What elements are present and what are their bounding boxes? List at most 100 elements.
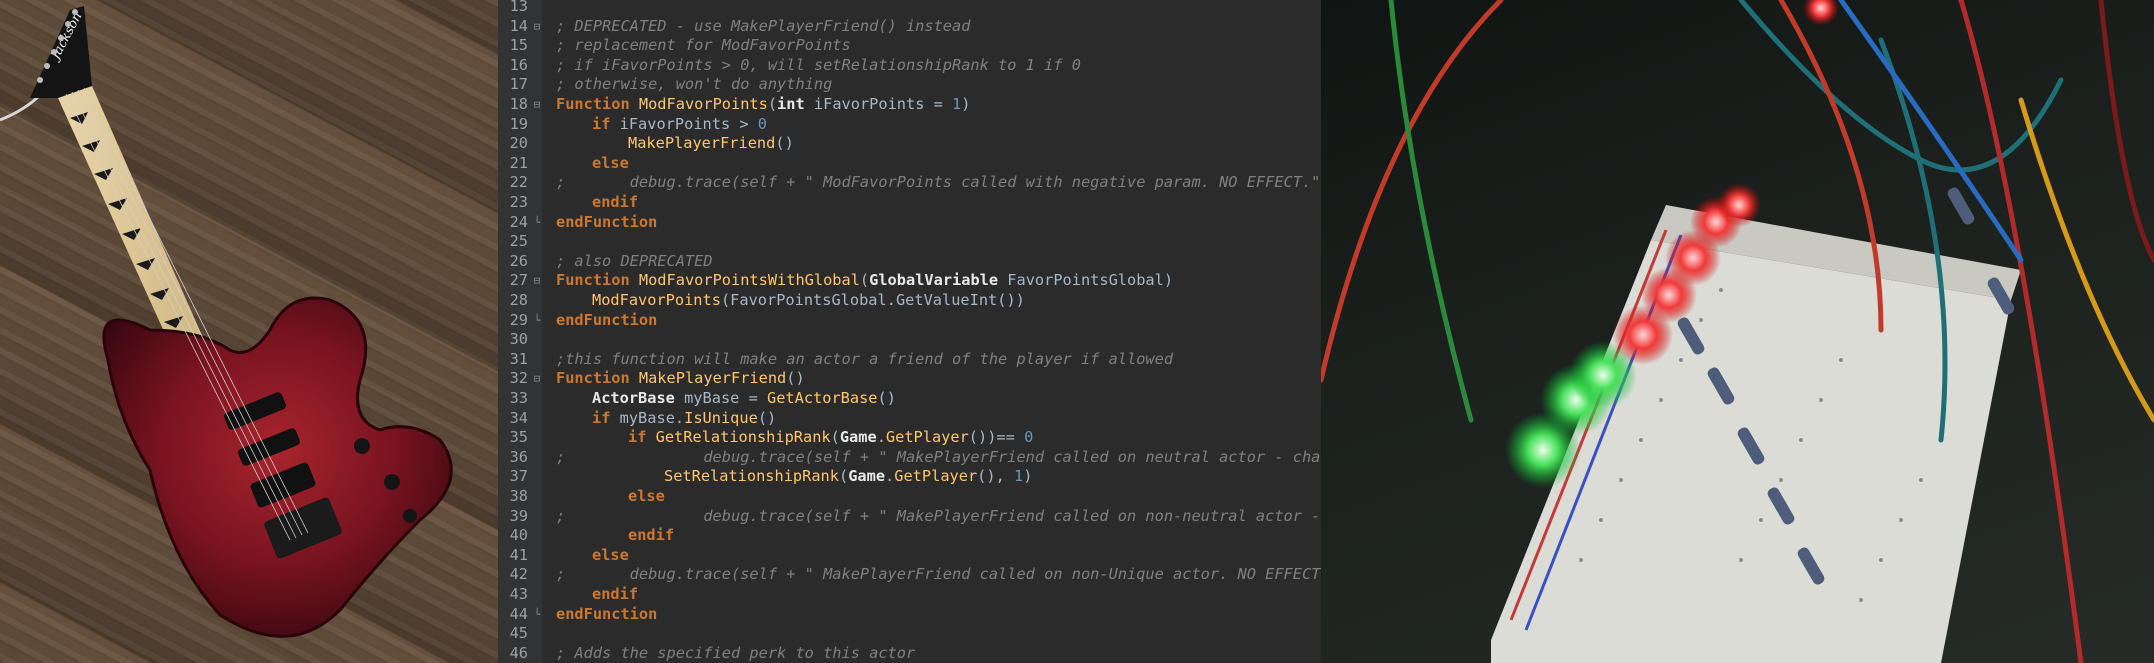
code-line[interactable]: 13 — [498, 0, 1321, 17]
code-text: ; Adds the specified perk to this actor — [556, 644, 915, 663]
line-number: 20 — [509, 134, 528, 153]
code-token: = — [748, 389, 767, 407]
code-line[interactable]: 17 ; otherwise, won't do anything — [498, 75, 1321, 95]
code-line[interactable]: 23 endif — [498, 193, 1321, 213]
code-editor[interactable]: 13 14 ⊟; DEPRECATED - use MakePlayerFriend… — [498, 0, 1321, 663]
code-text: ModFavorPoints(FavorPointsGlobal.GetValu… — [592, 291, 1025, 311]
code-token: endFunction — [556, 604, 658, 623]
line-number: 30 — [509, 330, 528, 349]
code-line[interactable]: 30 — [498, 330, 1321, 350]
code-line[interactable]: 24 └ endFunction — [498, 213, 1321, 233]
line-number: 19 — [509, 114, 528, 133]
line-number: 26 — [509, 251, 528, 270]
code-line[interactable]: 34 if myBase.IsUnique() — [498, 409, 1321, 429]
code-token: ()) — [997, 291, 1025, 309]
code-line[interactable]: 22 ; debug.trace(self + " ModFavorPoints … — [498, 173, 1321, 193]
line-number: 16 — [509, 55, 528, 74]
line-number: 43 — [509, 585, 528, 603]
line-number: 44 — [509, 604, 528, 623]
code-token: IsUnique — [684, 408, 758, 427]
code-line[interactable]: 35 if GetRelationshipRank(Game.GetPlayer(… — [498, 428, 1321, 448]
code-token: ; Adds the specified perk to this actor — [556, 643, 916, 662]
code-text: Function ModFavorPoints(int iFavorPoints… — [556, 95, 970, 115]
code-line[interactable]: 40 endif — [498, 526, 1321, 546]
code-line[interactable]: 27 ⊟ Function ModFavorPointsWithGlobal(Glo… — [498, 271, 1321, 291]
code-line[interactable]: 44 └ endFunction — [498, 605, 1321, 625]
code-token: myBase — [619, 408, 675, 427]
code-token: iFavorPoints — [804, 95, 934, 113]
fold-toggle-icon[interactable]: ⊟ — [532, 271, 542, 291]
code-token: () — [775, 134, 794, 153]
fold-end-icon: └ — [533, 215, 541, 229]
line-number: 17 — [509, 75, 528, 94]
code-line[interactable]: 38 else — [498, 487, 1321, 507]
code-text: Function MakePlayerFriend() — [556, 369, 805, 389]
code-line[interactable]: 25 — [498, 232, 1321, 252]
code-token: else — [592, 545, 629, 564]
code-token: if — [592, 408, 620, 427]
fold-toggle-icon[interactable]: ⊟ — [532, 17, 542, 37]
line-number: 27 — [509, 271, 528, 290]
guitar-photo: Jackson — [0, 0, 498, 663]
code-token: ( — [720, 291, 731, 309]
code-line[interactable]: 18 ⊟ Function ModFavorPoints(int iFavorPoi… — [498, 95, 1321, 115]
code-token: ; debug.trace(self + " ModFavorPoints ca… — [556, 173, 1321, 192]
code-line[interactable]: 15 ; replacement for ModFavorPoints — [498, 36, 1321, 56]
code-text: ; debug.trace(self + " MakePlayerFriend … — [556, 448, 1321, 468]
line-number: 33 — [509, 389, 528, 407]
code-line[interactable]: 46 ; Adds the specified perk to this acto… — [498, 644, 1321, 663]
code-text: Function ModFavorPointsWithGlobal(Global… — [556, 271, 1173, 291]
code-token: ( — [830, 428, 840, 447]
code-token: SetRelationshipRank — [664, 467, 839, 486]
code-token: () — [757, 408, 777, 427]
code-text: ; also DEPRECATED — [556, 252, 713, 272]
fold-toggle-icon[interactable]: ⊟ — [532, 369, 542, 389]
code-text: ;this function will make an actor a frie… — [556, 350, 1173, 370]
code-text: ; replacement for ModFavorPoints — [556, 36, 851, 56]
code-token: myBase — [674, 389, 749, 407]
line-number: 40 — [509, 526, 528, 545]
code-line[interactable]: 20 MakePlayerFriend() — [498, 134, 1321, 154]
code-line[interactable]: 36 ; debug.trace(self + " MakePlayerFrien… — [498, 448, 1321, 468]
code-line[interactable]: 37 SetRelationshipRank(Game.GetPlayer(), … — [498, 467, 1321, 487]
code-line[interactable]: 21 else — [498, 154, 1321, 174]
code-token: GetRelationshipRank — [655, 428, 831, 447]
code-line[interactable]: 31 ;this function will make an actor a fr… — [498, 350, 1321, 370]
code-token: FavorPointsGlobal — [730, 291, 887, 309]
code-text: ActorBase myBase = GetActorBase() — [592, 389, 896, 409]
code-token: ActorBase — [592, 389, 675, 407]
code-token: Game — [848, 467, 886, 486]
code-line[interactable]: 43 endif — [498, 585, 1321, 605]
code-line[interactable]: 45 — [498, 624, 1321, 644]
code-token: ; replacement for ModFavorPoints — [556, 36, 851, 55]
code-line[interactable]: 16 ; if iFavorPoints > 0, will setRelatio… — [498, 56, 1321, 76]
code-line[interactable]: 32 ⊟ Function MakePlayerFriend() — [498, 369, 1321, 389]
code-token: = — [933, 95, 953, 113]
fold-toggle-icon[interactable]: ⊟ — [532, 95, 542, 115]
code-token: int — [777, 95, 805, 113]
code-line[interactable]: 42 ; debug.trace(self + " MakePlayerFrien… — [498, 565, 1321, 585]
code-token: ( — [767, 95, 778, 113]
code-line[interactable]: 39 ; debug.trace(self + " MakePlayerFrien… — [498, 507, 1321, 527]
line-number: 24 — [509, 212, 528, 231]
code-line[interactable]: 41 else — [498, 546, 1321, 566]
code-token: ) — [1023, 467, 1033, 486]
code-token: . — [885, 467, 895, 486]
code-line[interactable]: 14 ⊟ ; DEPRECATED - use MakePlayerFriend()… — [498, 17, 1321, 37]
code-text: endFunction — [556, 605, 657, 625]
code-text: endFunction — [556, 311, 657, 331]
code-line[interactable]: 19 if iFavorPoints > 0 — [498, 115, 1321, 135]
line-number: 45 — [509, 624, 528, 643]
line-number: 31 — [509, 349, 528, 368]
code-token: FavorPointsGlobal — [998, 271, 1164, 290]
code-token: ; debug.trace(self + " MakePlayerFriend … — [556, 506, 1321, 525]
code-line[interactable]: 28 ModFavorPoints(FavorPointsGlobal.GetVa… — [498, 291, 1321, 311]
line-number: 29 — [509, 310, 528, 329]
code-token: Function — [556, 95, 639, 113]
code-line[interactable]: 33 ActorBase myBase = GetActorBase() — [498, 389, 1321, 409]
code-line[interactable]: 29 └ endFunction — [498, 311, 1321, 331]
line-number: 39 — [509, 506, 528, 525]
code-line[interactable]: 26 ; also DEPRECATED — [498, 252, 1321, 272]
line-number: 41 — [509, 545, 528, 564]
code-text: ; debug.trace(self + " MakePlayerFriend … — [556, 507, 1321, 527]
